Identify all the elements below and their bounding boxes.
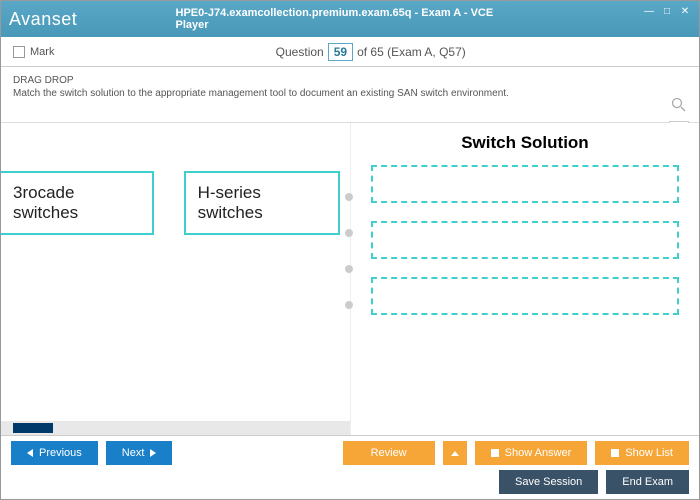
dot-icon	[345, 229, 353, 237]
previous-button[interactable]: Previous	[11, 441, 98, 465]
show-answer-button[interactable]: Show Answer	[475, 441, 588, 465]
mark-checkbox[interactable]: Mark	[13, 46, 54, 58]
previous-label: Previous	[39, 447, 82, 459]
show-list-button[interactable]: Show List	[595, 441, 689, 465]
source-pane: 3rocade switches H-series switches	[1, 123, 350, 435]
end-exam-label: End Exam	[622, 476, 673, 488]
end-exam-button[interactable]: End Exam	[606, 470, 689, 494]
drop-slot[interactable]	[371, 221, 679, 259]
next-label: Next	[122, 447, 145, 459]
dot-icon	[345, 265, 353, 273]
search-icon[interactable]	[671, 97, 687, 113]
drag-item[interactable]: H-series switches	[184, 171, 340, 235]
dot-icon	[345, 193, 353, 201]
horizontal-scrollbar[interactable]	[1, 421, 350, 435]
show-list-label: Show List	[625, 447, 673, 459]
window-controls: — □ ✕	[641, 5, 693, 17]
app-window: Avanset HPE0-J74.examcollection.premium.…	[0, 0, 700, 500]
instruction-text: Match the switch solution to the appropr…	[13, 88, 687, 99]
footer-row-1: Previous Next Review Show Answer Show Li…	[1, 436, 699, 470]
minimize-button[interactable]: —	[641, 5, 657, 17]
checkbox-icon	[13, 46, 25, 58]
mark-label: Mark	[30, 46, 54, 58]
chevron-right-icon	[150, 449, 156, 457]
footer: Previous Next Review Show Answer Show Li…	[1, 435, 699, 499]
drag-items-row: 3rocade switches H-series switches	[1, 171, 340, 235]
save-session-label: Save Session	[515, 476, 582, 488]
window-title: HPE0-J74.examcollection.premium.exam.65q…	[176, 7, 525, 31]
target-pane: Switch Solution	[350, 123, 699, 435]
next-button[interactable]: Next	[106, 441, 173, 465]
review-button[interactable]: Review	[343, 441, 435, 465]
footer-row-2: Save Session End Exam	[1, 470, 699, 499]
chevron-left-icon	[27, 449, 33, 457]
titlebar: Avanset HPE0-J74.examcollection.premium.…	[1, 1, 699, 37]
drop-slot[interactable]	[371, 277, 679, 315]
question-number: 59	[328, 43, 353, 61]
question-suffix: of 65 (Exam A, Q57)	[357, 45, 466, 59]
close-button[interactable]: ✕	[677, 5, 693, 17]
maximize-button[interactable]: □	[659, 5, 675, 17]
chevron-up-icon	[451, 451, 459, 456]
divider-dots	[345, 193, 353, 309]
instructions: DRAG DROP Match the switch solution to t…	[1, 67, 699, 123]
save-session-button[interactable]: Save Session	[499, 470, 598, 494]
instruction-heading: DRAG DROP	[13, 75, 687, 86]
solution-title: Switch Solution	[371, 133, 679, 153]
review-label: Review	[371, 447, 407, 459]
toolbar: Mark Question 59 of 65 (Exam A, Q57)	[1, 37, 699, 67]
logo: Avanset	[9, 9, 77, 30]
drop-slot[interactable]	[371, 165, 679, 203]
stop-icon	[611, 449, 619, 457]
review-dropdown-button[interactable]	[443, 441, 467, 465]
question-info: Question 59 of 65 (Exam A, Q57)	[276, 43, 466, 61]
question-label: Question	[276, 45, 324, 59]
dot-icon	[345, 301, 353, 309]
show-answer-label: Show Answer	[505, 447, 572, 459]
stop-icon	[491, 449, 499, 457]
content-area: 3rocade switches H-series switches Switc…	[1, 123, 699, 435]
scrollbar-thumb[interactable]	[13, 423, 53, 433]
drag-item[interactable]: 3rocade switches	[1, 171, 154, 235]
